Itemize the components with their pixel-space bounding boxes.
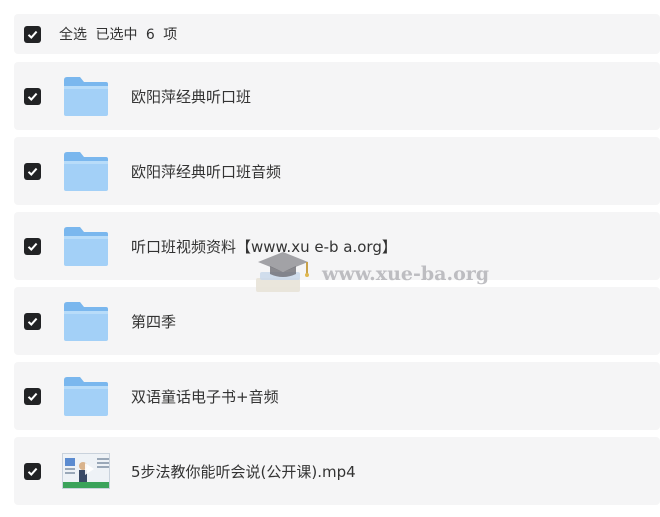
folder-icon [62, 74, 110, 118]
folder-icon [62, 224, 110, 268]
file-row[interactable]: 5步法教你能听会说(公开课).mp4 [14, 437, 660, 505]
file-row[interactable]: 欧阳萍经典听口班音频 [14, 137, 660, 205]
file-row[interactable]: 听口班视频资料【www.xu e-b a.org】 [14, 212, 660, 280]
selected-count: 6 [145, 27, 155, 43]
selected-prefix: 已选中 [95, 27, 138, 43]
video-thumbnail [62, 449, 110, 493]
file-name[interactable]: 欧阳萍经典听口班音频 [131, 161, 281, 182]
check-icon [27, 167, 38, 176]
row-checkbox[interactable] [24, 237, 41, 255]
row-checkbox[interactable] [24, 312, 41, 330]
check-icon [27, 467, 38, 476]
file-name[interactable]: 第四季 [131, 311, 176, 332]
file-row[interactable]: 欧阳萍经典听口班 [14, 62, 660, 130]
row-checkbox[interactable] [24, 162, 41, 180]
check-icon [27, 392, 38, 401]
selection-summary: 全选 已选中 6 项 [59, 24, 181, 44]
row-checkbox[interactable] [24, 87, 41, 105]
select-all-label[interactable]: 全选 [59, 27, 87, 43]
row-checkbox[interactable] [24, 462, 41, 480]
select-all-bar: 全选 已选中 6 项 [14, 14, 660, 54]
folder-icon [62, 299, 110, 343]
file-row[interactable]: 双语童话电子书+音频 [14, 362, 660, 430]
check-icon [27, 30, 38, 39]
check-icon [27, 242, 38, 251]
file-name[interactable]: 双语童话电子书+音频 [131, 386, 279, 407]
file-name[interactable]: 听口班视频资料【www.xu e-b a.org】 [131, 236, 397, 257]
file-row[interactable]: 第四季 [14, 287, 660, 355]
check-icon [27, 317, 38, 326]
row-checkbox[interactable] [24, 387, 41, 405]
folder-icon [62, 374, 110, 418]
select-all-checkbox[interactable] [24, 25, 41, 43]
video-play-icon [63, 454, 109, 488]
file-name[interactable]: 5步法教你能听会说(公开课).mp4 [131, 461, 356, 482]
file-name[interactable]: 欧阳萍经典听口班 [131, 86, 251, 107]
selected-suffix: 项 [163, 27, 178, 43]
folder-icon [62, 149, 110, 193]
check-icon [27, 92, 38, 101]
